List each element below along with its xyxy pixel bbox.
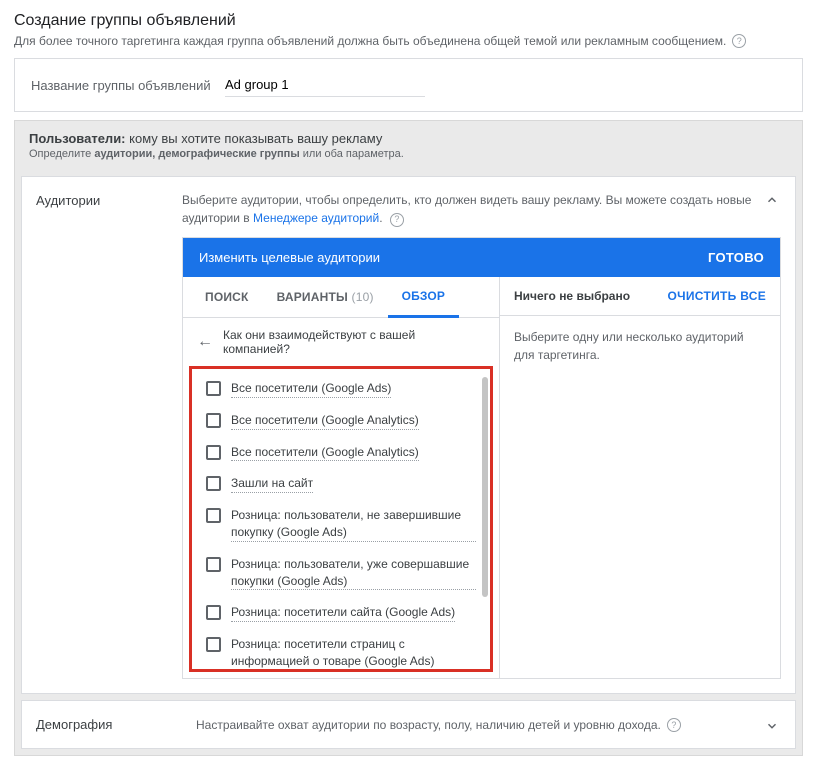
list-item[interactable]: Все посетители (Google Analytics) [192,405,490,437]
list-item-label: Розница: пользователи, уже совершавшие п… [231,556,476,591]
list-item-label: Розница: посетители страниц с информацие… [231,636,476,669]
audience-manager-link[interactable]: Менеджере аудиторий [253,211,379,225]
audience-breadcrumb: ← Как они взаимодействуют с вашей компан… [183,318,499,366]
ad-group-name-input[interactable] [225,73,425,97]
list-item-label: Все посетители (Google Ads) [231,380,391,398]
ad-group-name-card: Название группы объявлений [14,58,803,112]
list-item[interactable]: Розница: посетители сайта (Google Ads) [192,597,490,629]
list-item-label: Все посетители (Google Analytics) [231,444,419,462]
help-icon[interactable]: ? [667,718,681,732]
audience-editor-header: Изменить целевые аудитории ГОТОВО [183,238,780,277]
audience-tabs: ПОИСК ВАРИАНТЫ (10) ОБЗОР [183,277,499,318]
checkbox[interactable] [206,413,221,428]
highlighted-audience-list: Все посетители (Google Ads) Все посетител… [189,366,493,672]
users-block-title: Пользователи: кому вы хотите показывать … [29,131,788,146]
checkbox[interactable] [206,476,221,491]
tab-variants[interactable]: ВАРИАНТЫ (10) [263,278,388,316]
tab-overview[interactable]: ОБЗОР [388,277,460,318]
selection-instruction: Выберите одну или несколько аудиторий дл… [500,316,780,376]
checkbox[interactable] [206,445,221,460]
demographics-description: Настраивайте охват аудитории по возрасту… [196,718,661,732]
demographics-label: Демография [36,717,196,732]
checkbox[interactable] [206,508,221,523]
list-item[interactable]: Розница: пользователи, не завершившие по… [192,500,490,549]
list-item[interactable]: Розница: пользователи, уже совершавшие п… [192,549,490,598]
chevron-up-icon[interactable] [765,193,779,210]
list-item[interactable]: Зашли на сайт [192,468,490,500]
page-subtitle: Для более точного таргетинга каждая груп… [14,34,726,48]
list-item-label: Все посетители (Google Analytics) [231,412,419,430]
back-arrow-icon[interactable]: ← [197,333,213,351]
checkbox[interactable] [206,605,221,620]
chevron-down-icon[interactable] [765,719,779,736]
list-item[interactable]: Розница: посетители страниц с информацие… [192,629,490,669]
ad-group-name-label: Название группы объявлений [31,78,211,93]
audiences-section: Аудитории Выберите аудитории, чтобы опре… [21,176,796,694]
done-button[interactable]: ГОТОВО [708,250,764,265]
users-block-subtitle: Определите аудитории, демографические гр… [29,148,788,160]
checkbox[interactable] [206,381,221,396]
scrollbar[interactable] [482,377,488,597]
demographics-section[interactable]: Демография Настраивайте охват аудитории … [21,700,796,749]
checkbox[interactable] [206,557,221,572]
tab-search[interactable]: ПОИСК [191,278,263,316]
page-title: Создание группы объявлений [14,12,803,30]
audience-editor: Изменить целевые аудитории ГОТОВО ПОИСК … [182,237,781,679]
help-icon[interactable]: ? [732,34,746,48]
list-item-label: Розница: пользователи, не завершившие по… [231,507,476,542]
clear-all-button[interactable]: ОЧИСТИТЬ ВСЕ [668,289,766,303]
list-item[interactable]: Все посетители (Google Analytics) [192,437,490,469]
audience-editor-title: Изменить целевые аудитории [199,250,380,265]
audiences-description: Выберите аудитории, чтобы определить, кт… [182,191,781,227]
users-block: Пользователи: кому вы хотите показывать … [14,120,803,756]
selection-status: Ничего не выбрано [514,289,630,303]
list-item-label: Розница: посетители сайта (Google Ads) [231,604,455,622]
list-item-label: Зашли на сайт [231,475,313,493]
audiences-label: Аудитории [22,177,182,693]
checkbox[interactable] [206,637,221,652]
breadcrumb-label: Как они взаимодействуют с вашей компание… [223,328,485,356]
list-item[interactable]: Все посетители (Google Ads) [192,373,490,405]
help-icon[interactable]: ? [390,213,404,227]
